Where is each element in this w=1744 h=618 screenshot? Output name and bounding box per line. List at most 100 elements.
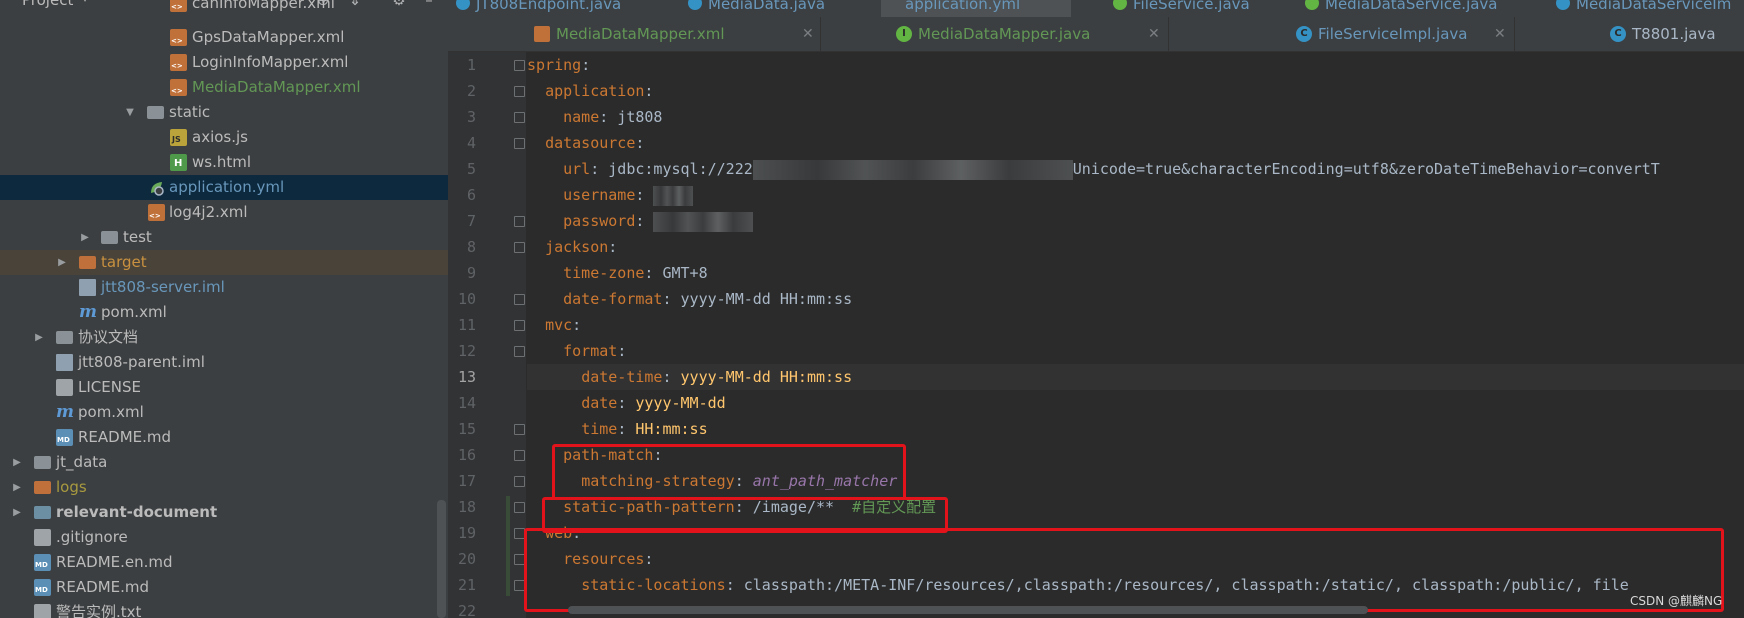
collapsed-arrow-icon[interactable]: ▶ — [33, 325, 45, 350]
yaml-value: Unicode=true&characterEncoding=utf8&zero… — [1072, 160, 1660, 178]
line-number: 7 — [466, 212, 476, 230]
fold-end-icon[interactable] — [514, 294, 525, 305]
code-line[interactable]: time: HH:mm:ss — [527, 416, 1744, 442]
project-scrollbar[interactable] — [437, 500, 446, 618]
code-line[interactable]: url: jdbc:mysql://222 Unicode=true&charac… — [527, 156, 1744, 182]
interface-icon — [1305, 0, 1319, 10]
tab-label: MediaData.java — [708, 0, 826, 13]
code-line[interactable]: date-format: yyyy-MM-dd HH:mm:ss — [527, 286, 1744, 312]
tab-mediadatamapper-xml[interactable]: MediaDataMapper.xml ✕ — [448, 17, 821, 51]
line-number: 11 — [457, 316, 476, 334]
expand-arrow-icon[interactable]: ▼ — [124, 100, 136, 125]
code-line[interactable]: application: — [527, 78, 1744, 104]
code-line[interactable]: time-zone: GMT+8 — [527, 260, 1744, 286]
tree-item[interactable]: ▶ jt_data — [0, 450, 448, 475]
folder-icon — [79, 256, 96, 269]
code-line[interactable]: spring: — [527, 52, 1744, 78]
code-line[interactable]: date: yyyy-MM-dd — [527, 390, 1744, 416]
tree-item[interactable]: ▶ 协议文档 — [0, 325, 448, 350]
code-line-current[interactable]: date-time: yyyy-MM-dd HH:mm:ss — [527, 364, 1744, 390]
tree-item[interactable]: .gitignore — [0, 525, 448, 550]
tree-item[interactable]: ws.html — [0, 150, 448, 175]
tree-item[interactable]: ▶ target — [0, 250, 448, 275]
yaml-key: username — [563, 186, 636, 204]
fold-icon[interactable] — [514, 60, 525, 71]
md-file-icon — [34, 579, 51, 596]
collapsed-arrow-icon[interactable]: ▶ — [11, 475, 23, 500]
close-icon[interactable]: ✕ — [802, 17, 814, 51]
tree-item-label: README.md — [78, 428, 172, 446]
tab-fileserviceimpl[interactable]: C FileServiceImpl.java ✕ — [1168, 17, 1515, 51]
yaml-value: jdbc:mysql://222 — [608, 160, 753, 178]
redacted-region — [653, 211, 754, 232]
collapsed-arrow-icon[interactable]: ▶ — [56, 250, 68, 275]
tree-item[interactable]: MediaDataMapper.xml — [0, 75, 448, 100]
class-icon: C — [1296, 26, 1312, 42]
fold-end-icon[interactable] — [514, 112, 525, 123]
collapsed-arrow-icon[interactable]: ▶ — [11, 500, 23, 525]
fold-end-icon[interactable] — [514, 476, 525, 487]
tree-item[interactable]: README.md — [0, 425, 448, 450]
line-number: 21 — [457, 576, 476, 594]
xml-file-icon — [534, 26, 550, 42]
fold-end-icon[interactable] — [514, 216, 525, 227]
tree-item[interactable]: 警告实例.txt — [0, 600, 448, 618]
close-icon[interactable]: ✕ — [1494, 17, 1506, 51]
tree-item[interactable]: axios.js — [0, 125, 448, 150]
fold-icon[interactable] — [514, 86, 525, 97]
close-icon[interactable]: ✕ — [1148, 17, 1160, 51]
tree-item[interactable]: ▶ logs — [0, 475, 448, 500]
tree-item[interactable]: ▼ static — [0, 100, 448, 125]
code-line[interactable]: username: — [527, 182, 1744, 208]
fold-icon[interactable] — [514, 138, 525, 149]
tree-item[interactable]: log4j2.xml — [0, 200, 448, 225]
tree-item[interactable]: GpsDataMapper.xml — [0, 25, 448, 50]
code-line[interactable]: format: — [527, 338, 1744, 364]
tree-item[interactable]: canInfoMapper.xml — [0, 0, 448, 16]
tree-item-label: log4j2.xml — [169, 203, 248, 221]
class-icon: C — [1610, 26, 1626, 42]
xml-file-icon — [170, 54, 187, 71]
tab-label: MediaDataServiceIm — [1576, 0, 1732, 13]
tree-item[interactable]: README.md — [0, 575, 448, 600]
tree-item[interactable]: m pom.xml — [0, 300, 448, 325]
fold-icon[interactable] — [514, 242, 525, 253]
code-line[interactable]: mvc: — [527, 312, 1744, 338]
tab-mediadatamapper-java[interactable]: I MediaDataMapper.java ✕ — [820, 17, 1169, 51]
fold-icon[interactable] — [514, 450, 525, 461]
horizontal-scrollbar[interactable] — [568, 606, 1368, 614]
tree-item-label: GpsDataMapper.xml — [192, 28, 345, 46]
code-line[interactable]: datasource: — [527, 130, 1744, 156]
folder-icon — [56, 331, 73, 344]
tree-item[interactable]: ▶ test — [0, 225, 448, 250]
tree-item-label: axios.js — [192, 128, 248, 146]
code-line[interactable]: password: — [527, 208, 1744, 234]
tab-label: FileServiceImpl.java — [1318, 25, 1468, 43]
tree-item[interactable]: jtt808-server.iml — [0, 275, 448, 300]
line-number: 6 — [466, 186, 476, 204]
line-number: 22 — [457, 602, 476, 618]
fold-end-icon[interactable] — [514, 502, 525, 513]
xml-file-icon — [170, 29, 187, 46]
tree-item[interactable]: jtt808-parent.iml — [0, 350, 448, 375]
yaml-key: jackson — [545, 238, 609, 256]
yaml-key: date — [581, 394, 618, 412]
fold-icon[interactable] — [514, 320, 525, 331]
fold-icon[interactable] — [514, 346, 525, 357]
tree-item[interactable]: m pom.xml — [0, 400, 448, 425]
tree-item[interactable]: LoginInfoMapper.xml — [0, 50, 448, 75]
tree-item-label: relevant-document — [56, 503, 218, 521]
tree-item-selected[interactable]: application.yml — [0, 175, 448, 200]
code-line[interactable]: jackson: — [527, 234, 1744, 260]
fold-end-icon[interactable] — [514, 424, 525, 435]
collapsed-arrow-icon[interactable]: ▶ — [79, 225, 91, 250]
collapsed-arrow-icon[interactable]: ▶ — [11, 450, 23, 475]
tab-t8801[interactable]: C T8801.java — [1514, 17, 1744, 51]
tree-item[interactable]: README.en.md — [0, 550, 448, 575]
tree-item[interactable]: LICENSE — [0, 375, 448, 400]
tree-item[interactable]: ▶ relevant-document — [0, 500, 448, 525]
tree-item-label: static — [169, 103, 211, 121]
tree-item-label: application.yml — [169, 178, 285, 196]
code-line[interactable]: name: jt808 — [527, 104, 1744, 130]
tree-item-label: jtt808-server.iml — [101, 278, 225, 296]
